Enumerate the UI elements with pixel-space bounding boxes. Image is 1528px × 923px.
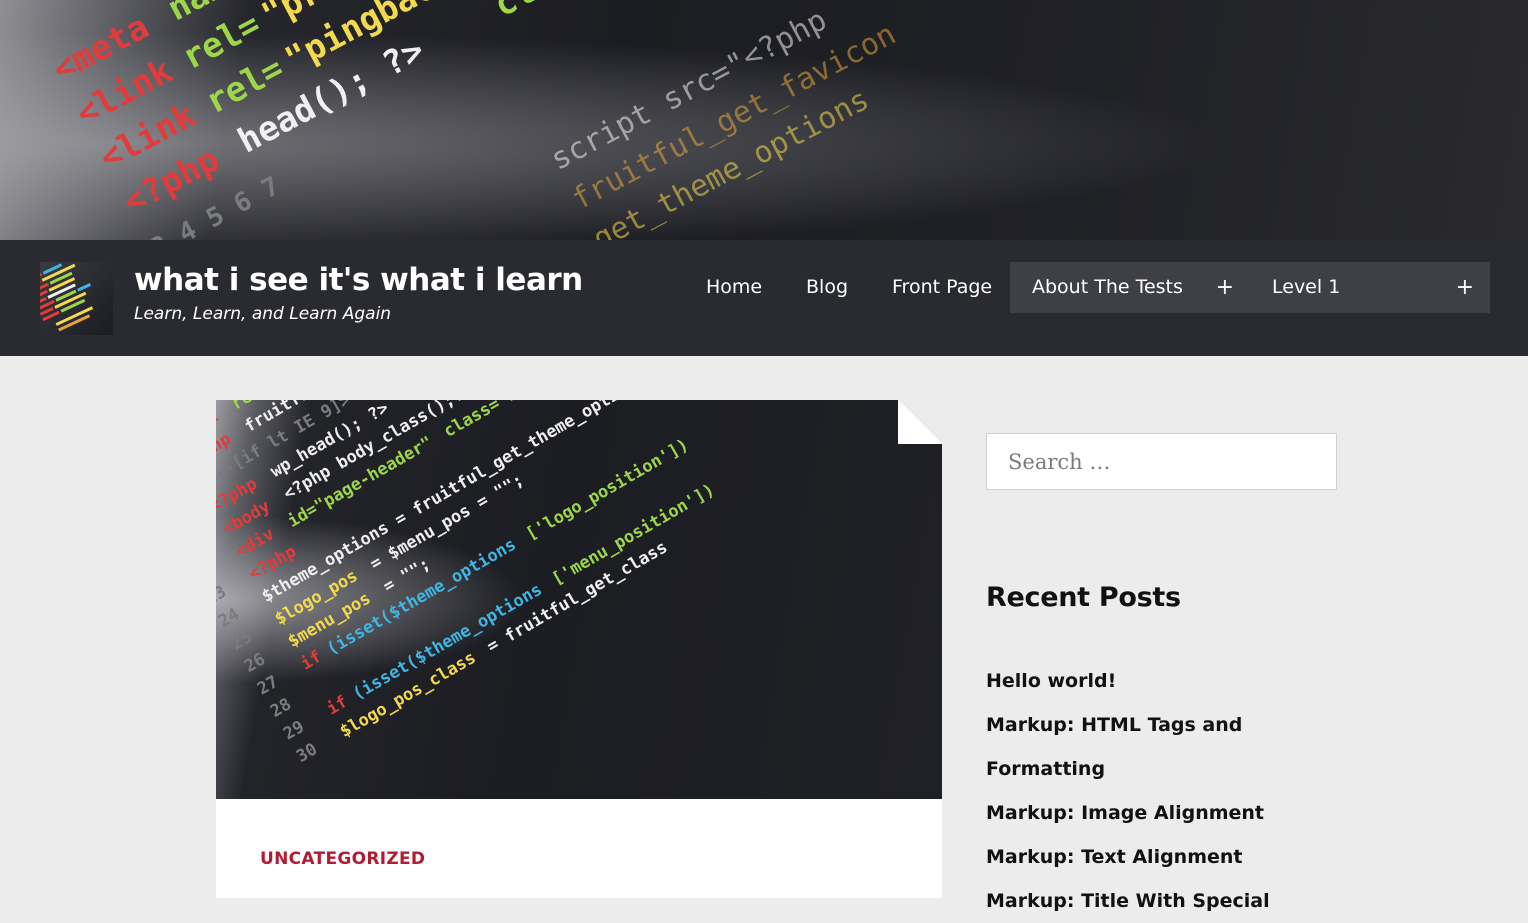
svg-text:['logo_position']): ['logo_position']) <box>523 435 693 544</box>
svg-text:23: 23 <box>216 582 230 610</box>
post-card: 30 $logo_pos_class = fruitful_get_class 29… <box>216 400 942 898</box>
svg-text:if: if <box>297 647 325 675</box>
recent-post-link[interactable]: Markup: Text Alignment <box>986 835 1286 879</box>
post-featured-image[interactable]: 30 $logo_pos_class = fruitful_get_class 29… <box>216 400 942 799</box>
nav-item-label: Front Page <box>892 276 993 298</box>
nav-item-label: Level 1 <box>1272 276 1341 298</box>
code-screen-image: 30$logo_pos_class= fruitful_get_class 29… <box>216 400 718 767</box>
code-screen-image: <?phphead(); ?>class="hfeed site" <linkr… <box>46 0 901 240</box>
recent-post-link[interactable]: Markup: Title With Special <box>986 879 1286 923</box>
post-category-link[interactable]: Uncategorized <box>260 849 425 869</box>
recent-post-link[interactable]: Hello world! <box>986 659 1286 703</box>
svg-text:30: 30 <box>293 739 321 767</box>
nav-item-label: About The Tests <box>1032 276 1183 298</box>
nav-item-level-1[interactable]: Level 1 + <box>1250 262 1490 313</box>
svg-text:if: if <box>323 692 351 720</box>
svg-text:27: 27 <box>254 672 282 700</box>
svg-text:25: 25 <box>228 627 256 655</box>
header-image: <?phphead(); ?>class="hfeed site" <linkr… <box>0 0 1528 240</box>
svg-text:29: 29 <box>280 717 308 745</box>
nav-item-about-the-tests[interactable]: About The Tests + <box>1010 262 1250 313</box>
svg-text:24: 24 <box>216 604 243 632</box>
svg-text:28: 28 <box>267 694 295 722</box>
nav-item-front-page[interactable]: Front Page <box>870 262 1010 313</box>
plus-icon[interactable]: + <box>1216 262 1234 313</box>
corner-fold <box>898 400 942 444</box>
recent-post-link[interactable]: Markup: HTML Tags and Formatting <box>986 703 1286 791</box>
nav-item-label: Blog <box>806 276 848 298</box>
recent-posts-title: Recent Posts <box>986 582 1181 613</box>
recent-posts-list: Hello world! Markup: HTML Tags and Forma… <box>986 659 1286 923</box>
plus-icon[interactable]: + <box>1456 262 1474 313</box>
svg-text:26: 26 <box>241 649 269 677</box>
recent-post-link[interactable]: Markup: Image Alignment <box>986 791 1286 835</box>
site-header: what i see it's what i learn Learn, Lear… <box>0 240 1528 356</box>
primary-menu: Home Blog Front Page About The Tests + L… <box>0 262 1528 313</box>
search-input[interactable] <box>986 433 1337 490</box>
nav-item-home[interactable]: Home <box>684 262 784 313</box>
nav-item-label: Home <box>706 276 763 298</box>
nav-item-blog[interactable]: Blog <box>784 262 870 313</box>
